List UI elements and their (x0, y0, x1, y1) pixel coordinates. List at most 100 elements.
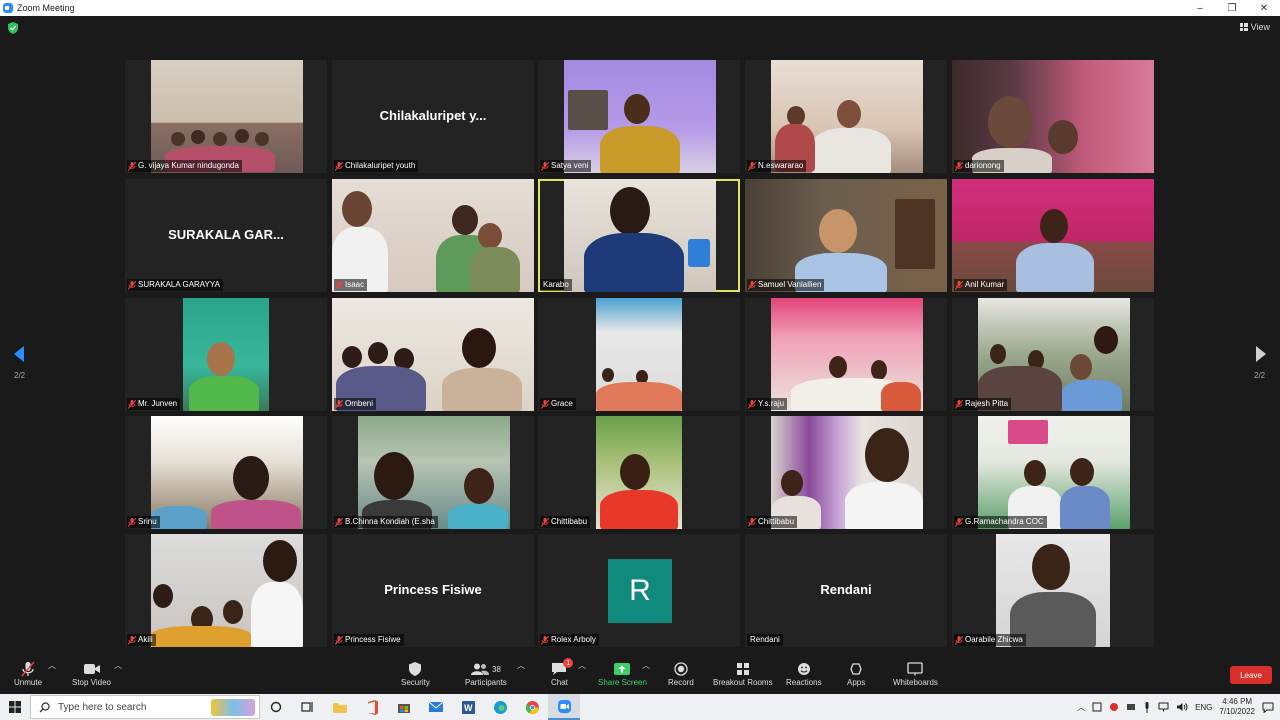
word-icon: W (461, 700, 475, 714)
participant-tile[interactable]: Chittibabu (745, 416, 947, 529)
record-button[interactable]: Record (668, 660, 694, 687)
participant-tile[interactable]: Princess Fisiwe Princess Fisiwe (332, 534, 534, 647)
chevron-up-icon[interactable]: ︿ (114, 660, 122, 671)
meeting-toolbar: Unmute ︿ Stop Video ︿ Security 38 Partic… (0, 656, 1280, 694)
participant-tile[interactable]: Srinu (125, 416, 327, 529)
taskbar-search-input[interactable]: Type here to search (30, 695, 260, 719)
cortana-button[interactable] (260, 694, 292, 720)
participant-display-name: Rendani (820, 581, 872, 597)
security-button[interactable]: Security (401, 660, 430, 687)
zoom-app-icon (557, 699, 571, 713)
participant-tile[interactable]: Isaac (332, 179, 534, 292)
page-indicator-right: 2/2 (1254, 371, 1266, 380)
taskbar-zoom[interactable] (548, 694, 580, 720)
microphone-icon[interactable] (1143, 701, 1151, 713)
reactions-button[interactable]: Reactions (786, 660, 822, 687)
participant-tile[interactable]: Akili (125, 534, 327, 647)
chevron-up-icon[interactable]: ︿ (642, 660, 650, 671)
tray-app-icon[interactable] (1092, 702, 1102, 712)
muted-mic-icon (955, 280, 963, 290)
participant-tile[interactable]: Chilakaluripet y... Chilakaluripet youth (332, 60, 534, 173)
whiteboards-button[interactable]: Whiteboards (893, 660, 938, 687)
participant-tile[interactable]: Oarabile Zhicwa (952, 534, 1154, 647)
network-icon[interactable] (1158, 702, 1169, 712)
svg-text:W: W (464, 703, 473, 713)
antivirus-icon[interactable] (1109, 702, 1119, 712)
taskbar-store[interactable] (388, 694, 420, 720)
participant-tile[interactable]: darionong (952, 60, 1154, 173)
video-feed (771, 60, 923, 173)
participant-tile[interactable]: Rendani Rendani (745, 534, 947, 647)
taskbar-chrome[interactable] (516, 694, 548, 720)
video-feed (978, 416, 1130, 529)
muted-mic-icon (128, 161, 136, 171)
chevron-up-icon[interactable]: ︿ (517, 660, 525, 671)
apps-button[interactable]: Apps (847, 660, 865, 687)
muted-mic-icon (955, 399, 963, 409)
share-screen-icon (614, 663, 631, 675)
previous-page-arrow-icon[interactable] (12, 345, 26, 363)
participants-button[interactable]: 38 Participants (465, 660, 507, 687)
participant-tile[interactable]: Satya veni (538, 60, 740, 173)
video-feed (952, 60, 1154, 173)
participant-tile[interactable]: Grace (538, 298, 740, 411)
unmute-button[interactable]: Unmute (14, 660, 42, 687)
participant-tile[interactable]: R Rolex Arboly (538, 534, 740, 647)
participant-name-label: Grace (540, 398, 576, 410)
start-button[interactable] (0, 694, 30, 720)
active-speaker-tile[interactable]: Karabo (538, 179, 740, 292)
participant-tile[interactable]: B.Chinna Kondiah (E.sha (332, 416, 534, 529)
chevron-up-icon[interactable]: ︿ (1077, 702, 1085, 713)
next-page-arrow-icon[interactable] (1254, 345, 1268, 363)
participant-name-label: Ombeni (334, 398, 377, 410)
participant-name-label: Satya veni (540, 160, 592, 172)
participant-name-label: Karabo (540, 279, 572, 291)
breakout-rooms-button[interactable]: Breakout Rooms (713, 660, 773, 687)
taskbar-file-explorer[interactable] (324, 694, 356, 720)
taskbar-clock[interactable]: 4:46 PM 7/10/2022 (1219, 697, 1255, 717)
language-indicator[interactable]: ENG (1195, 703, 1212, 712)
chat-button[interactable]: 1 Chat (551, 658, 574, 687)
tray-app-icon[interactable] (1126, 702, 1136, 712)
participant-name-label: darionong (954, 160, 1004, 172)
participant-tile[interactable]: N.eswararao (745, 60, 947, 173)
task-view-button[interactable] (292, 694, 324, 720)
participant-tile[interactable]: G. vijaya Kumar nindugonda (125, 60, 327, 173)
share-screen-button[interactable]: Share Screen (598, 660, 647, 687)
minimize-button[interactable]: – (1184, 0, 1216, 16)
cortana-circle-icon (270, 701, 282, 713)
participant-tile[interactable]: G.Ramachandra COC (952, 416, 1154, 529)
shield-icon[interactable] (8, 22, 18, 34)
chevron-up-icon[interactable]: ︿ (578, 660, 586, 671)
volume-icon[interactable] (1176, 702, 1188, 712)
participant-tile[interactable]: Samuel Vanlallien (745, 179, 947, 292)
participant-name-label: Y.s.raju (747, 398, 788, 410)
stop-video-button[interactable]: Stop Video (72, 660, 111, 687)
leave-button[interactable]: Leave (1230, 666, 1272, 684)
participant-name-label: Mr. Junven (127, 398, 181, 410)
notification-icon[interactable] (1262, 702, 1274, 713)
participant-tile[interactable]: SURAKALA GAR... SURAKALA GARAYYA (125, 179, 327, 292)
video-feed (745, 179, 947, 292)
taskbar-word[interactable]: W (452, 694, 484, 720)
participant-tile[interactable]: Mr. Junven (125, 298, 327, 411)
taskbar-office[interactable] (356, 694, 388, 720)
participants-icon (470, 663, 489, 675)
participant-tile[interactable]: Rajesh Pitta (952, 298, 1154, 411)
taskbar-edge[interactable] (484, 694, 516, 720)
edge-icon (493, 700, 507, 714)
muted-mic-icon (335, 280, 343, 290)
video-feed (332, 179, 534, 292)
participant-tile[interactable]: Y.s.raju (745, 298, 947, 411)
search-highlight-icon (211, 699, 255, 716)
maximize-button[interactable]: ❐ (1216, 0, 1248, 16)
participant-tile[interactable]: Anil Kumar (952, 179, 1154, 292)
participant-tile[interactable]: Ombeni (332, 298, 534, 411)
participant-tile[interactable]: Chittibabu (538, 416, 740, 529)
close-button[interactable]: ✕ (1248, 0, 1280, 16)
video-feed (564, 60, 716, 173)
chevron-up-icon[interactable]: ︿ (48, 660, 56, 671)
view-button[interactable]: View (1239, 22, 1270, 32)
chrome-icon (525, 700, 539, 714)
taskbar-mail[interactable] (420, 694, 452, 720)
